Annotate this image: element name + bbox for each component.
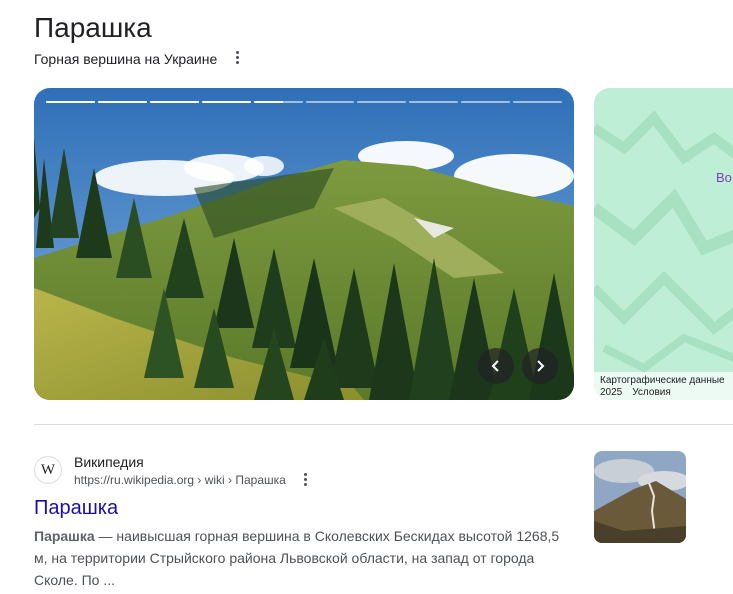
entity-subtitle: Горная вершина на Украине <box>34 51 218 67</box>
snippet-text: — наивысшая горная вершина в Сколевских … <box>34 528 560 588</box>
carousel-progress-segment <box>97 101 147 103</box>
result-more-options-icon[interactable] <box>298 472 312 490</box>
result-snippet: Парашка — наивысшая горная вершина в Ско… <box>34 525 574 591</box>
map-place-label: Во <box>716 170 732 185</box>
map-attribution: Картографические данные 2025 Условия <box>594 372 733 400</box>
wikipedia-favicon-icon: W <box>34 456 62 484</box>
map-terms-link[interactable]: Условия <box>632 387 671 398</box>
map-card[interactable]: Во Картографические данные 2025 Условия <box>594 88 733 400</box>
carousel-progress-fill <box>253 101 283 103</box>
page-title: Парашка <box>34 12 152 43</box>
carousel-progress-segment <box>461 101 511 103</box>
map-terrain <box>594 88 733 400</box>
carousel-progress-segment <box>253 101 303 103</box>
carousel-progress-segment <box>149 101 199 103</box>
snippet-bold: Парашка <box>34 528 95 544</box>
carousel-progress-segment <box>46 101 95 103</box>
carousel-progress-fill <box>46 101 95 103</box>
chevron-right-icon <box>537 360 545 372</box>
result-thumbnail[interactable] <box>594 451 686 543</box>
image-carousel[interactable] <box>34 88 574 400</box>
carousel-progress-segment <box>305 101 355 103</box>
map-year: 2025 <box>600 387 623 398</box>
more-options-icon[interactable] <box>230 50 244 68</box>
carousel-next-button[interactable] <box>522 348 558 384</box>
carousel-progress-fill <box>97 101 147 103</box>
carousel-progress-fill <box>149 101 199 103</box>
carousel-progress-segment <box>409 101 459 103</box>
thumbnail-photo <box>594 451 686 543</box>
carousel-progress-segment <box>513 101 563 103</box>
carousel-progress-segment <box>357 101 407 103</box>
carousel-progress <box>46 101 563 104</box>
carousel-progress-segment <box>201 101 251 103</box>
result-url[interactable]: https://ru.wikipedia.org › wiki › Парашк… <box>74 472 286 488</box>
section-divider <box>34 424 733 425</box>
chevron-left-icon <box>491 360 499 372</box>
result-site-name[interactable]: Википедия <box>74 453 144 471</box>
map-data-label: Картографические данные <box>600 375 725 386</box>
carousel-progress-fill <box>201 101 251 103</box>
carousel-prev-button[interactable] <box>478 348 514 384</box>
result-title-link[interactable]: Парашка <box>34 495 118 521</box>
